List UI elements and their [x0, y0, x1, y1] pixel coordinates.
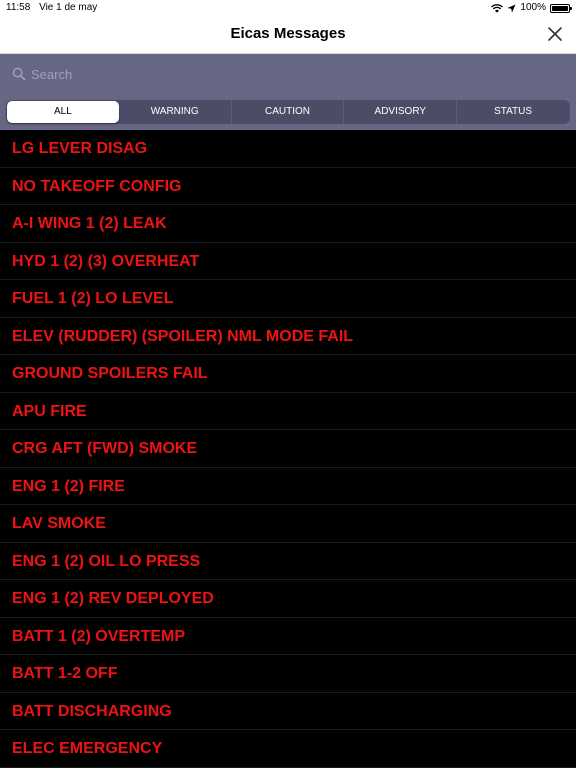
tab-warning[interactable]: WARNING: [119, 101, 231, 123]
message-label: FUEL 1 (2) LO LEVEL: [12, 290, 174, 307]
location-icon: [507, 4, 516, 13]
list-item[interactable]: APU FIRE: [0, 393, 576, 430]
list-item[interactable]: BATT 1 (2) OVERTEMP: [0, 618, 576, 655]
list-item[interactable]: NO TAKEOFF CONFIG: [0, 168, 576, 205]
message-label: APU FIRE: [12, 402, 87, 420]
message-label: BATT DISCHARGING: [12, 702, 172, 720]
close-button[interactable]: [546, 25, 564, 43]
tab-all[interactable]: ALL: [7, 101, 119, 123]
status-left: 11:58 Vie 1 de may: [6, 0, 103, 16]
message-label: NO TAKEOFF CONFIG: [12, 177, 182, 195]
search-icon: [12, 67, 26, 81]
list-item[interactable]: ENG 1 (2) REV DEPLOYED: [0, 580, 576, 618]
nav-bar: Eicas Messages: [0, 16, 576, 54]
status-time: 11:58: [6, 2, 31, 13]
battery-percent: 100%: [520, 2, 546, 13]
message-label: GROUND SPOILERS FAIL: [12, 365, 208, 382]
status-right: 100%: [491, 0, 572, 16]
list-item[interactable]: LAV SMOKE: [0, 505, 576, 543]
message-list: LG LEVER DISAG NO TAKEOFF CONFIG A-I WING …: [0, 130, 576, 768]
list-item[interactable]: GROUND SPOILERS FAIL: [0, 355, 576, 393]
list-item[interactable]: ENG 1 (2) FIRE: [0, 468, 576, 505]
search-filter-area: ALLWARNINGCAUTIONADVISORYSTATUS: [0, 54, 576, 130]
status-date: Vie 1 de may: [39, 2, 98, 13]
message-label: ELEV (RUDDER) (SPOILER) NML MODE FAIL: [12, 327, 354, 345]
message-label: BATT 1 (2) OVERTEMP: [12, 627, 186, 645]
list-item[interactable]: FUEL 1 (2) LO LEVEL: [0, 280, 576, 318]
list-item[interactable]: BATT 1-2 OFF: [0, 655, 576, 693]
message-label: ENG 1 (2) OIL LO PRESS: [12, 552, 201, 570]
list-item[interactable]: A-I WING 1 (2) LEAK: [0, 205, 576, 243]
close-icon: [548, 27, 562, 41]
list-item[interactable]: HYD 1 (2) (3) OVERHEAT: [0, 243, 576, 280]
filter-segmented-control: ALL WARNING CAUTION ADVISORY STATUS: [6, 100, 570, 124]
message-label: CRG AFT (FWD) SMOKE: [12, 440, 198, 457]
list-item[interactable]: LG LEVER DISAG: [0, 130, 576, 168]
app-screen: 11:58 Vie 1 de may 100% Eicas Messages S…: [0, 0, 576, 768]
list-item[interactable]: BATT DISCHARGING: [0, 693, 576, 730]
message-label: ENG 1 (2) FIRE: [12, 477, 125, 495]
message-label: A-I WING 1 (2) LEAK: [12, 215, 167, 232]
status-bar: 11:58 Vie 1 de may 100%: [0, 0, 576, 16]
list-item[interactable]: CRG AFT (FWD) SMOKE: [0, 430, 576, 468]
message-label: LAV SMOKE: [12, 515, 106, 532]
tab-caution[interactable]: CAUTION: [230, 101, 344, 123]
list-item[interactable]: ELEV (RUDDER) (SPOILER) NML MODE FAIL: [0, 318, 576, 355]
wifi-icon: [491, 3, 504, 13]
search-bar[interactable]: [8, 60, 568, 88]
message-label: HYD 1 (2) (3) OVERHEAT: [12, 252, 200, 270]
message-label: BATT 1-2 OFF: [12, 665, 118, 682]
list-item[interactable]: ENG 1 (2) OIL LO PRESS: [0, 543, 576, 580]
tab-advisory[interactable]: ADVISORY: [343, 101, 456, 123]
message-label: ENG 1 (2) REV DEPLOYED: [12, 590, 214, 607]
tab-status[interactable]: STATUS: [456, 101, 569, 123]
list-item[interactable]: ELEC EMERGENCY: [0, 730, 576, 768]
message-label: LG LEVER DISAG: [12, 140, 148, 157]
battery-icon: [550, 3, 572, 13]
page-title: Eicas Messages: [230, 25, 346, 42]
message-label: ELEC EMERGENCY: [12, 740, 163, 757]
search-input[interactable]: [31, 66, 531, 82]
